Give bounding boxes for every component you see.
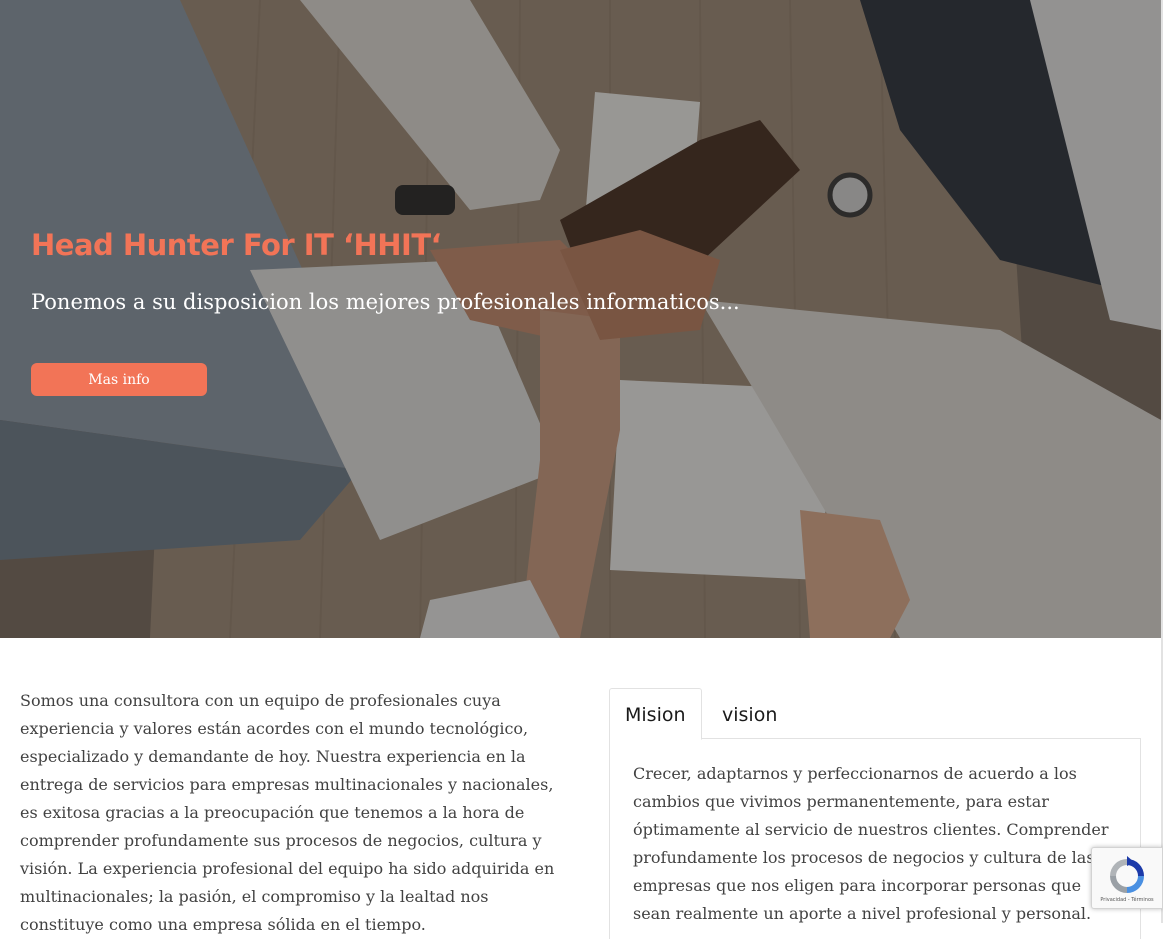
hero-title: Head Hunter For IT ‘HHIT‘ (31, 228, 442, 262)
mas-info-button[interactable]: Mas info (31, 363, 207, 396)
tab-panel-mision: Crecer, adaptarnos y perfeccionarnos de … (609, 739, 1141, 939)
hero-overlay (0, 0, 1161, 638)
recaptcha-badge[interactable]: Privacidad - Términos (1091, 847, 1163, 909)
hero-subtitle: Ponemos a su disposicion los mejores pro… (31, 290, 740, 314)
tab-bar: Mision vision (609, 688, 1141, 740)
about-paragraph: Somos una consultora con un equipo de pr… (20, 691, 555, 934)
mission-vision-tabs: Mision vision Crecer, adaptarnos y perfe… (609, 688, 1141, 939)
recaptcha-icon (1110, 856, 1144, 893)
tab-mision[interactable]: Mision (609, 688, 702, 740)
recaptcha-footer-text[interactable]: Privacidad - Términos (1092, 897, 1162, 903)
tab-vision[interactable]: vision (706, 688, 793, 739)
hero-banner: Head Hunter For IT ‘HHIT‘ Ponemos a su d… (0, 0, 1161, 638)
